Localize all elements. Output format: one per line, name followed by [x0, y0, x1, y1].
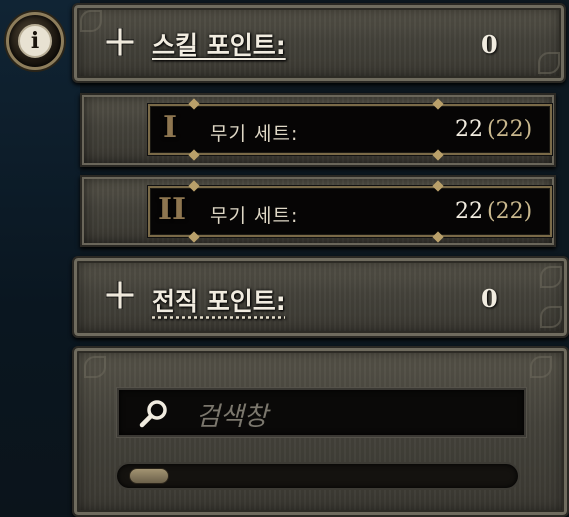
job-points-value: 0 — [481, 284, 498, 313]
skill-window: 스킬 포인트: 0 i I 무기 세트: 22 (22) II 무기 세트: 22… — [0, 0, 569, 517]
search-placeholder: 검색창 — [196, 402, 268, 432]
weapon-set-1-value: 22 (22) — [455, 117, 532, 142]
weapon-set-2-max: (22) — [487, 199, 533, 224]
job-points-label: 전직 포인트: — [152, 287, 286, 316]
weapon-set-2-label: 무기 세트: — [210, 205, 299, 227]
search-input[interactable] — [117, 388, 526, 437]
weapon-set-2-current: 22 — [455, 199, 483, 224]
scrollbar-track[interactable] — [115, 462, 520, 490]
search-icon — [139, 400, 167, 428]
weapon-set-1-label: 무기 세트: — [210, 123, 299, 145]
ornament — [80, 10, 102, 32]
weapon-set-1-max: (22) — [487, 117, 533, 142]
cross-icon — [106, 28, 134, 56]
ornament — [538, 52, 560, 74]
ornament — [540, 266, 562, 288]
ornament — [530, 356, 552, 378]
weapon-set-1-current: 22 — [455, 117, 483, 142]
info-button[interactable]: i — [6, 12, 64, 70]
ornament — [540, 306, 562, 328]
roman-numeral-2: II — [158, 192, 187, 227]
cross-icon — [106, 281, 134, 309]
skill-points-value: 0 — [481, 30, 498, 59]
background-left — [0, 0, 80, 517]
skill-points-label: 스킬 포인트: — [152, 31, 286, 60]
ornament — [84, 356, 106, 378]
info-icon: i — [18, 24, 52, 58]
roman-numeral-1: I — [163, 110, 178, 145]
scrollbar-thumb[interactable] — [129, 468, 169, 484]
weapon-set-2-value: 22 (22) — [455, 199, 532, 224]
